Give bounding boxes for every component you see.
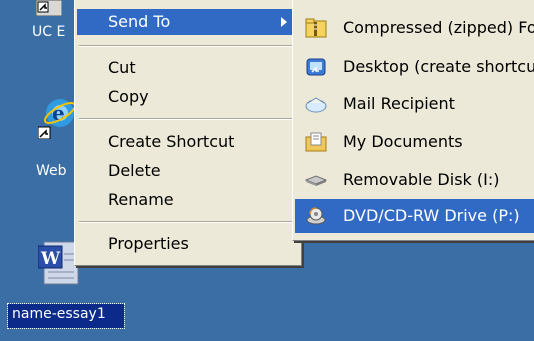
- desktop-icon-uc[interactable]: UC E: [30, 0, 78, 45]
- internet-explorer-icon: e: [38, 99, 77, 139]
- menu-item-cut[interactable]: Cut: [77, 55, 299, 81]
- menu-item-send-to[interactable]: Send To: [77, 9, 299, 35]
- desktop-icon-label: UC E: [32, 24, 66, 40]
- send-to-mail-recipient[interactable]: Mail Recipient: [295, 87, 534, 121]
- desktop-icon-label: Web: [36, 163, 67, 179]
- menu-item-rename[interactable]: Rename: [77, 187, 299, 213]
- dvd-drive-icon: [306, 207, 326, 225]
- send-to-removable-disk[interactable]: Removable Disk (I:): [295, 163, 534, 197]
- menu-item-copy[interactable]: Copy: [77, 84, 299, 110]
- desktop-icon: [306, 58, 326, 76]
- menu-item-properties[interactable]: Properties: [77, 231, 299, 257]
- selected-icon-label: name-essay1: [7, 303, 125, 329]
- zip-folder-icon: [305, 18, 327, 38]
- menu-separator: [79, 118, 297, 120]
- send-to-compressed-folder[interactable]: Compressed (zipped) Fo: [295, 11, 534, 45]
- menu-item-delete[interactable]: Delete: [77, 158, 299, 184]
- removable-disk-icon: [305, 175, 327, 186]
- send-to-dvd-drive[interactable]: DVD/CD-RW Drive (P:): [295, 199, 534, 233]
- send-to-submenu: Compressed (zipped) Fo Desktop (create s…: [292, 0, 534, 241]
- menu-separator: [79, 221, 297, 223]
- shortcut-app-icon: [36, 0, 62, 16]
- desktop-icon-web[interactable]: e Web: [30, 95, 78, 185]
- send-to-my-documents[interactable]: My Documents: [295, 125, 534, 159]
- send-to-desktop[interactable]: Desktop (create shortcu: [295, 50, 534, 84]
- menu-separator: [79, 45, 297, 47]
- desktop-icon-label: name-essay1: [12, 306, 106, 322]
- desktop-background[interactable]: UC E e Web W name-essay1 Send To Cut Cop…: [0, 0, 534, 341]
- submenu-arrow-icon: [281, 17, 287, 27]
- menu-item-create-shortcut[interactable]: Create Shortcut: [77, 129, 299, 155]
- context-menu: Send To Cut Copy Create Shortcut Delete …: [74, 0, 302, 266]
- svg-text:W: W: [40, 249, 61, 269]
- mail-envelope-icon: [305, 97, 327, 113]
- folder-documents-icon: [305, 132, 327, 152]
